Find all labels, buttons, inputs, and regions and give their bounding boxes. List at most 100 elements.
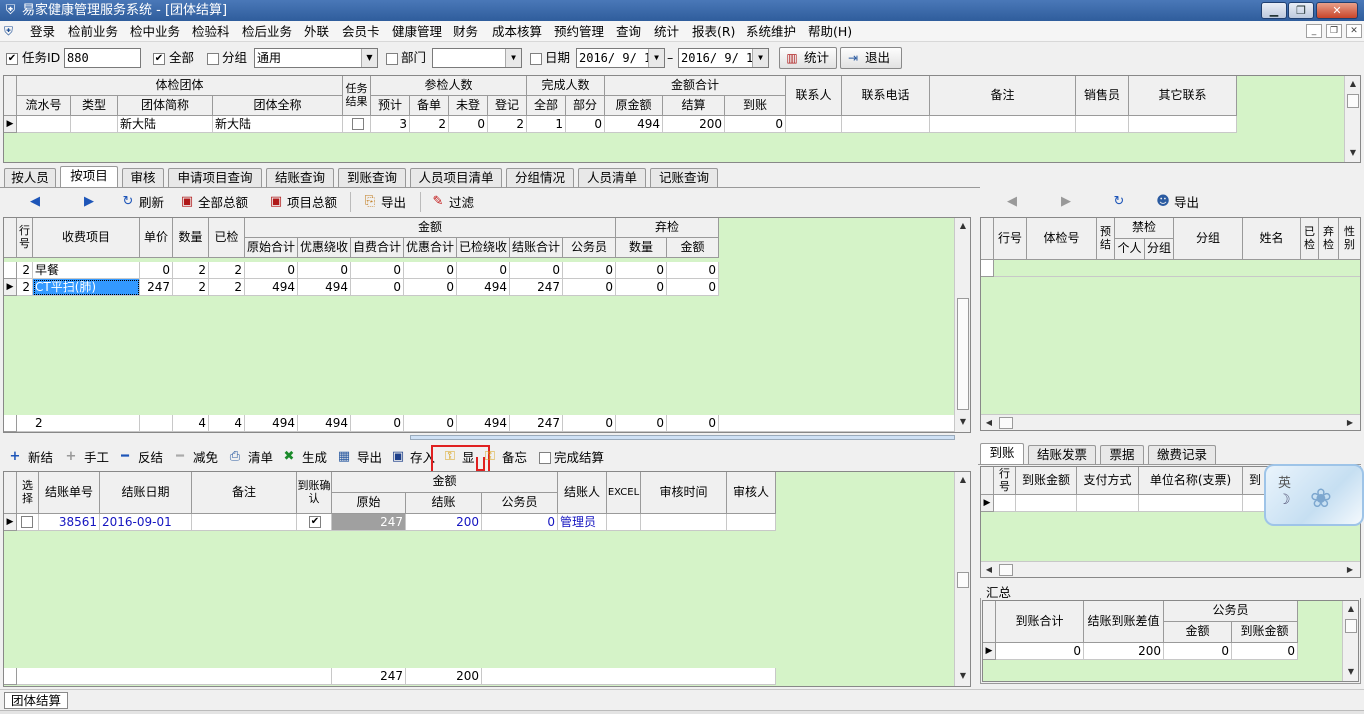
col-unregistered[interactable]: 未登 [449, 96, 488, 116]
cell-contact[interactable] [786, 116, 842, 133]
refresh-button[interactable]: 刷新 [139, 195, 164, 211]
all-checkbox[interactable]: ✔ [153, 53, 165, 65]
scroll-right-icon[interactable]: ▶ [1343, 416, 1357, 430]
col-civil-arrive-amount[interactable]: 到账金额 [1232, 622, 1298, 643]
cell-short-name[interactable]: 新大陆 [118, 116, 213, 133]
scroll-thumb[interactable] [999, 564, 1013, 576]
col-civil-servant[interactable]: 公务员 [482, 493, 558, 514]
table-row-cell[interactable]: 0 [667, 262, 719, 279]
minus-icon[interactable]: ━ [117, 449, 133, 465]
mdi-restore-icon[interactable]: ❐ [1326, 24, 1342, 38]
col-audit-time[interactable]: 审核时间 [641, 472, 727, 514]
key-icon[interactable]: ⚿ [442, 449, 458, 465]
task-id-input[interactable]: 880 [64, 48, 141, 68]
reverse-settle-button[interactable]: 反结 [138, 450, 163, 466]
cell-audit-time[interactable] [641, 514, 727, 531]
tab-group-info[interactable]: 分组情况 [506, 168, 574, 187]
col-auditor[interactable]: 审核人 [727, 472, 776, 514]
col-civil-servant[interactable]: 公务员 [563, 238, 616, 258]
table-row-cell[interactable]: 0 [667, 279, 719, 296]
col-discount-around[interactable]: 优惠绕收 [298, 238, 351, 258]
col-checked[interactable]: 已检 [209, 218, 245, 258]
cell-auditor[interactable] [727, 514, 776, 531]
scroll-thumb[interactable] [1345, 619, 1357, 633]
tab-receipt[interactable]: 票据 [1100, 445, 1144, 464]
plus-gray-icon[interactable]: + [63, 449, 79, 465]
table-row-cell[interactable] [1016, 495, 1077, 512]
settle-grid-vscroll[interactable]: ▲ ▼ [954, 472, 970, 686]
col-settle-arrive-diff[interactable]: 结账到账差值 [1084, 601, 1164, 643]
exit-button[interactable]: ⇥ 退出 [840, 47, 902, 69]
menu-outreach[interactable]: 外联 [304, 24, 329, 39]
mdi-minimize-icon[interactable]: _ [1306, 24, 1322, 38]
cell-full-name[interactable]: 新大陆 [213, 116, 343, 133]
tab-payment-records[interactable]: 缴费记录 [1148, 445, 1216, 464]
minimize-button[interactable]: ▁ [1261, 2, 1287, 19]
total-all-button[interactable]: 全部总额 [198, 195, 248, 211]
cell-registered[interactable]: 2 [488, 116, 527, 133]
items-grid-vscroll[interactable]: ▲ ▼ [954, 218, 970, 432]
table-row-cell[interactable]: 0 [298, 262, 351, 279]
item-amount-icon[interactable]: ▣ [268, 194, 284, 210]
scroll-left-icon[interactable]: ◀ [982, 416, 996, 430]
chevron-down-icon[interactable]: ▼ [752, 49, 768, 67]
tab-by-item[interactable]: 按项目 [60, 166, 118, 187]
tab-audit[interactable]: 审核 [122, 168, 164, 187]
col-unit-price[interactable]: 单价 [140, 218, 173, 258]
scroll-down-icon[interactable]: ▼ [1346, 146, 1360, 160]
table-row-cell[interactable]: 0 [457, 262, 510, 279]
col-phone[interactable]: 联系电话 [842, 76, 930, 116]
printer-icon[interactable]: ⎙ [227, 449, 243, 465]
arrive-grid-hscroll[interactable]: ◀ ▶ [981, 561, 1360, 577]
col-contact[interactable]: 联系人 [786, 76, 842, 116]
col-complete-part[interactable]: 部分 [566, 96, 605, 116]
col-remark[interactable]: 备注 [930, 76, 1076, 116]
table-row-cell[interactable]: 2 [209, 262, 245, 279]
col-charge-item[interactable]: 收费项目 [33, 218, 140, 258]
table-row-cell[interactable]: 494 [245, 279, 298, 296]
col-row-no[interactable]: 行号 [994, 467, 1016, 495]
table-row-cell[interactable]: 494 [457, 279, 510, 296]
export-icon[interactable]: ⎘ [362, 194, 378, 210]
menu-post-exam[interactable]: 检后业务 [242, 24, 292, 39]
table-row-cell[interactable]: 0 [510, 262, 563, 279]
scroll-left-icon[interactable]: ◀ [982, 563, 996, 577]
col-arrive-confirm[interactable]: 到账确认 [297, 472, 332, 514]
total-item-button[interactable]: 项目总额 [287, 195, 337, 211]
cell-settled[interactable]: 200 [663, 116, 725, 133]
cell-planned[interactable]: 3 [371, 116, 410, 133]
cell-settle[interactable]: 200 [406, 514, 482, 531]
person-grid-hscroll[interactable]: ◀ ▶ [981, 414, 1360, 430]
generate-button[interactable]: 生成 [302, 450, 327, 466]
mdi-close-icon[interactable]: ✕ [1346, 24, 1362, 38]
col-row-no[interactable]: 行号 [17, 218, 33, 258]
new-settle-button[interactable]: 新结 [28, 450, 53, 466]
table-row-cell[interactable] [994, 495, 1016, 512]
save-disk-icon[interactable]: ▣ [390, 449, 406, 465]
col-exam-no[interactable]: 体检号 [1027, 218, 1097, 260]
menu-finance[interactable]: 财务 [453, 24, 478, 39]
date-checkbox[interactable] [530, 53, 542, 65]
tab-person-list[interactable]: 人员清单 [578, 168, 646, 187]
col-civil-amount[interactable]: 金额 [1164, 622, 1232, 643]
list-button[interactable]: 清单 [248, 450, 273, 466]
memo-button[interactable]: 备忘 [502, 450, 527, 466]
cell-phone[interactable] [842, 116, 930, 133]
col-other-contact[interactable]: 其它联系 [1129, 76, 1237, 116]
table-row-cell[interactable]: 0 [140, 262, 173, 279]
refresh-icon[interactable]: ↻ [1111, 194, 1127, 210]
cell-civil-servant[interactable]: 0 [482, 514, 558, 531]
menu-stats[interactable]: 统计 [654, 24, 679, 39]
col-select[interactable]: 选择 [17, 472, 39, 514]
memo-key-icon[interactable]: ⚿ [482, 449, 498, 465]
col-full-name[interactable]: 团体全称 [213, 96, 343, 116]
col-pay-method[interactable]: 支付方式 [1077, 467, 1139, 495]
date-to-input[interactable]: 2016/ 9/ 1 ▼ [678, 48, 769, 68]
chevron-down-icon[interactable]: ▼ [505, 49, 521, 67]
cell-settle-user[interactable]: 管理员 [558, 514, 607, 531]
col-serial[interactable]: 流水号 [17, 96, 71, 116]
col-registered[interactable]: 登记 [488, 96, 527, 116]
menu-report[interactable]: 报表(R) [692, 24, 735, 39]
ime-widget[interactable]: 英 ☽ ❀ [1264, 464, 1364, 526]
prev-arrow-icon[interactable]: ◀ [27, 194, 43, 210]
